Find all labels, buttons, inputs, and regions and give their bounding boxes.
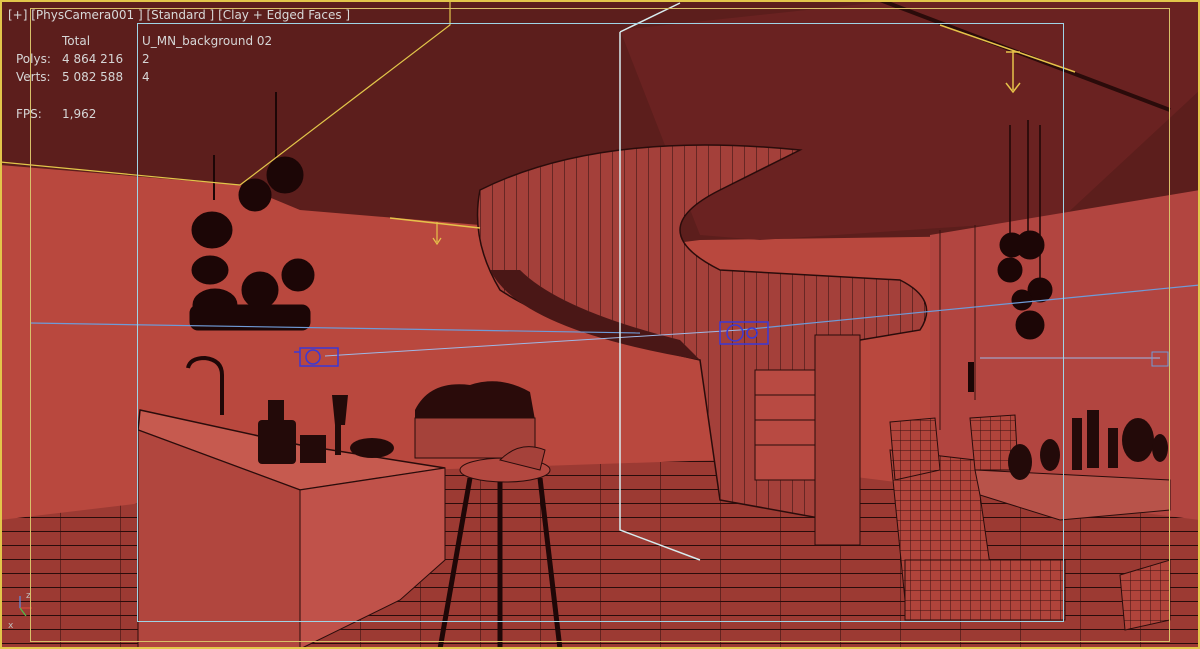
wall-sconce xyxy=(968,362,974,392)
decanter xyxy=(258,420,296,464)
viewport-point-of-view-menu[interactable]: [PhysCamera001 ] xyxy=(31,8,142,22)
stats-fps-label: FPS: xyxy=(16,107,42,121)
stair-newel xyxy=(814,334,861,546)
stats-verts-object: 4 xyxy=(142,70,150,84)
stats-polys-total: 4 864 216 xyxy=(62,52,124,66)
viewport-shading-menu[interactable]: [Standard ] xyxy=(146,8,214,22)
stats-fps-value: 1,962 xyxy=(62,107,97,121)
viewport-label-menu: [+] [PhysCamera001 ] [Standard ] [Clay +… xyxy=(8,8,350,22)
axis-label-x: x xyxy=(8,621,14,631)
bowl xyxy=(350,438,394,458)
perspective-viewport[interactable]: x z [+] [PhysCamera001 ] [Standard ] [Cl… xyxy=(0,0,1200,649)
dining-chair-seat xyxy=(904,559,1066,621)
viewport-scene[interactable]: x z xyxy=(0,0,1200,649)
stats-verts-total: 5 082 588 xyxy=(62,70,124,84)
glass xyxy=(300,435,326,463)
viewport-style-menu[interactable]: [Clay + Edged Faces ] xyxy=(218,8,350,22)
axis-label-z: z xyxy=(26,591,31,601)
viewport-general-menu[interactable]: [+] xyxy=(8,8,27,22)
stats-verts-label: Verts: xyxy=(16,70,51,84)
stats-header-object: U_MN_background 02 xyxy=(142,34,273,48)
stats-polys-label: Polys: xyxy=(16,52,51,66)
decanter-neck xyxy=(268,400,284,422)
stats-header-total: Total xyxy=(62,34,91,48)
stats-polys-object: 2 xyxy=(142,52,150,66)
dining-chair-back xyxy=(889,417,941,481)
stair-steps xyxy=(754,369,816,481)
